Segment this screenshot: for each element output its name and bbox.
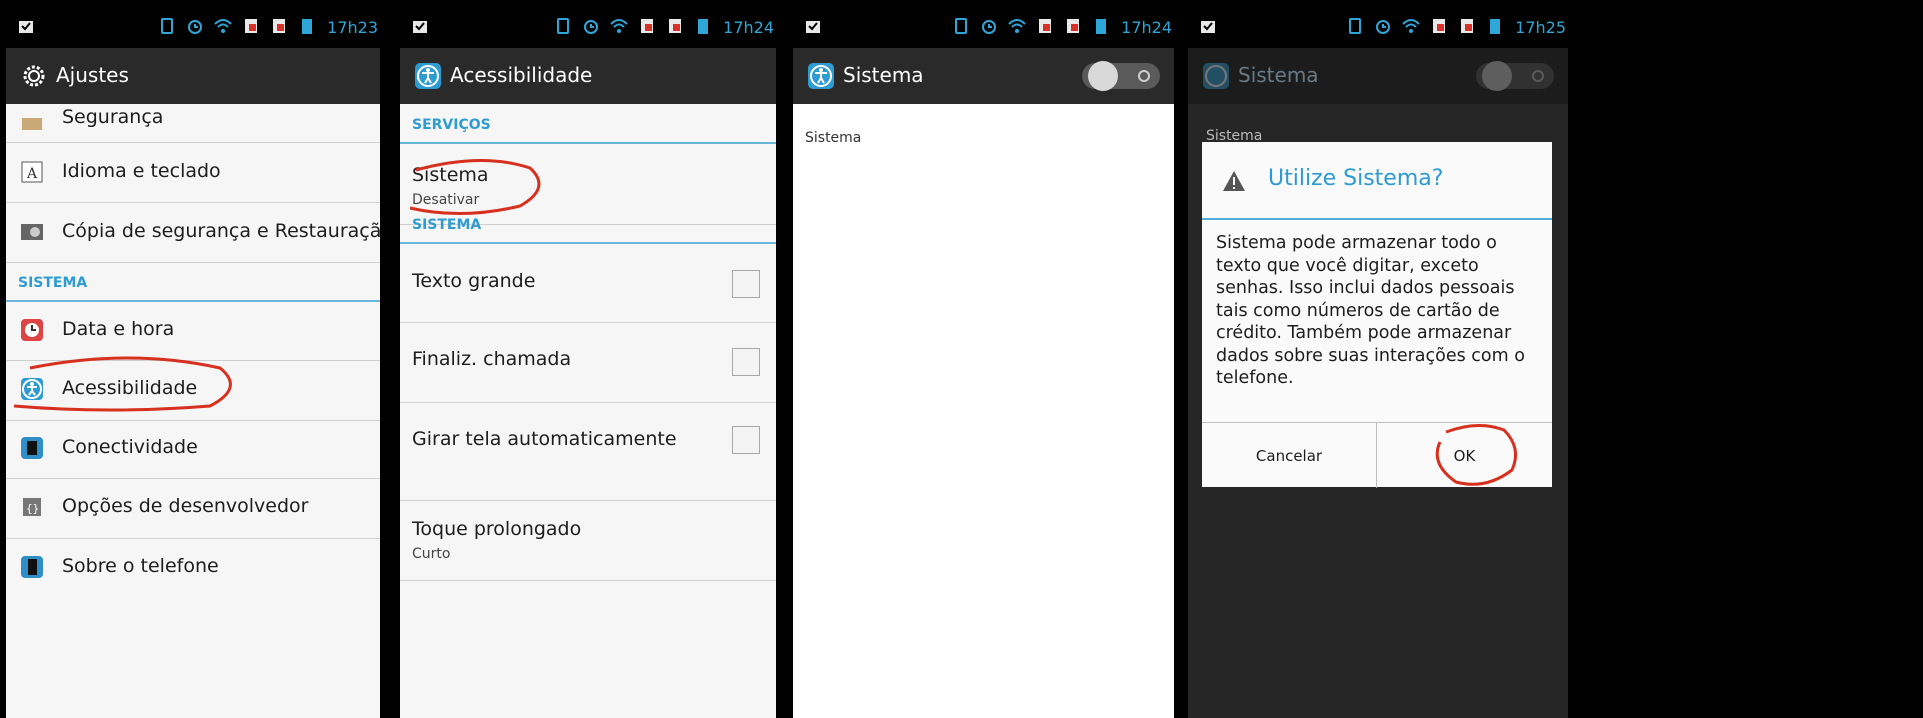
clock-time: 17h24 bbox=[723, 18, 774, 37]
settings-screen: 17h23 Ajustes Segurança A Idioma e tecla… bbox=[6, 8, 380, 718]
list-item-accessibility[interactable]: Acessibilidade bbox=[6, 360, 380, 421]
list-item-end-call[interactable]: Finaliz. chamada bbox=[400, 322, 776, 403]
list-item-auto-rotate[interactable]: Girar tela automaticamente bbox=[400, 402, 776, 501]
settings-list: Segurança A Idioma e teclado Cópia de se… bbox=[6, 104, 380, 718]
clock-time: 17h24 bbox=[1121, 18, 1172, 37]
phone-info-icon bbox=[21, 556, 43, 578]
alarm-icon bbox=[1376, 20, 1390, 34]
end-call-checkbox[interactable] bbox=[732, 348, 760, 376]
sim2-icon bbox=[1067, 19, 1079, 33]
battery-icon bbox=[698, 19, 708, 34]
accessibility-icon[interactable] bbox=[807, 62, 835, 90]
list-item-connectivity[interactable]: Conectividade bbox=[6, 420, 380, 479]
dialog-title: Utilize Sistema? bbox=[1268, 166, 1444, 191]
sim2-icon bbox=[1461, 19, 1473, 33]
connectivity-icon bbox=[21, 437, 43, 459]
status-bar: 17h24 bbox=[400, 8, 776, 48]
status-bar: 17h25 bbox=[1188, 8, 1568, 48]
action-bar: Sistema bbox=[793, 48, 1174, 104]
dialog-message: Sistema pode armazenar todo o texto que … bbox=[1216, 233, 1525, 388]
clock-icon bbox=[21, 319, 43, 341]
toggle-knob bbox=[1088, 61, 1118, 91]
confirm-dialog: Utilize Sistema? Sistema pode armazenar … bbox=[1202, 142, 1552, 488]
backup-icon bbox=[21, 224, 43, 240]
notification-icon bbox=[413, 21, 427, 33]
vibrate-icon bbox=[161, 18, 173, 34]
action-bar-dimmed: Sistema bbox=[1188, 48, 1568, 104]
battery-icon bbox=[302, 19, 312, 34]
sim-icon bbox=[1433, 19, 1445, 33]
list-item-language[interactable]: A Idioma e teclado bbox=[6, 142, 380, 203]
alarm-icon bbox=[584, 20, 598, 34]
clock-time: 17h25 bbox=[1515, 18, 1566, 37]
wifi-icon bbox=[1008, 19, 1026, 33]
service-description: Sistema bbox=[805, 130, 862, 146]
large-text-checkbox[interactable] bbox=[732, 270, 760, 298]
vibrate-icon bbox=[1349, 18, 1361, 34]
accessibility-icon bbox=[21, 378, 43, 400]
accessibility-screen: 17h24 Acessibilidade SERVIÇOS Sistema De… bbox=[400, 8, 776, 718]
status-bar: 17h23 bbox=[6, 8, 380, 48]
service-toggle bbox=[1476, 61, 1554, 91]
section-header-sistema: SISTEMA bbox=[6, 262, 380, 302]
action-bar: Acessibilidade bbox=[400, 48, 776, 104]
notification-icon bbox=[806, 21, 820, 33]
wifi-icon bbox=[214, 19, 232, 33]
sim-icon bbox=[245, 19, 257, 33]
section-header-servicos: SERVIÇOS bbox=[400, 104, 776, 144]
accessibility-icon[interactable] bbox=[414, 62, 442, 90]
keyboard-icon: A bbox=[21, 161, 43, 183]
toggle-off-indicator bbox=[1532, 70, 1544, 82]
vibrate-icon bbox=[955, 18, 967, 34]
ok-button[interactable]: OK bbox=[1377, 422, 1552, 488]
dialog-header: Utilize Sistema? bbox=[1202, 142, 1552, 220]
list-item-about-phone[interactable]: Sobre o telefone bbox=[6, 538, 380, 598]
page-title: Sistema bbox=[1238, 63, 1319, 87]
svg-text:A: A bbox=[26, 166, 38, 182]
list-item-developer-options[interactable]: {} Opções de desenvolvedor bbox=[6, 478, 380, 539]
sim2-icon bbox=[669, 19, 681, 33]
sim-icon bbox=[641, 19, 653, 33]
toggle-off-indicator bbox=[1138, 70, 1150, 82]
list-item-long-press[interactable]: Toque prolongado Curto bbox=[400, 500, 776, 581]
auto-rotate-checkbox[interactable] bbox=[732, 426, 760, 454]
sistema-dialog-screen: 17h25 Sistema Sistema Utilize Sistema? S… bbox=[1188, 8, 1568, 718]
list-item-large-text[interactable]: Texto grande bbox=[400, 244, 776, 323]
cancel-button[interactable]: Cancelar bbox=[1202, 422, 1377, 488]
page-title: Sistema bbox=[843, 63, 924, 87]
sim2-icon bbox=[273, 19, 285, 33]
page-title: Acessibilidade bbox=[450, 63, 593, 87]
warning-icon bbox=[1223, 171, 1245, 191]
sim-icon bbox=[1039, 19, 1051, 33]
list-item-date-time[interactable]: Data e hora bbox=[6, 302, 380, 361]
accessibility-icon bbox=[1203, 63, 1229, 89]
alarm-icon bbox=[188, 20, 202, 34]
status-bar: 17h24 bbox=[793, 8, 1174, 48]
alarm-icon bbox=[982, 20, 996, 34]
sistema-screen: 17h24 Sistema Sistema bbox=[793, 8, 1174, 718]
service-toggle[interactable] bbox=[1082, 61, 1160, 91]
toggle-knob bbox=[1482, 61, 1512, 91]
wifi-icon bbox=[610, 19, 628, 33]
battery-icon bbox=[1490, 19, 1500, 34]
list-item-security[interactable]: Segurança bbox=[6, 84, 380, 143]
section-header-sistema: SISTEMA bbox=[400, 204, 776, 244]
wifi-icon bbox=[1402, 19, 1420, 33]
svg-text:{}: {} bbox=[26, 502, 39, 515]
list-item-backup[interactable]: Cópia de segurança e Restauraçã bbox=[6, 202, 380, 263]
notification-icon bbox=[19, 21, 33, 33]
lock-icon bbox=[22, 118, 42, 130]
service-content: Sistema bbox=[793, 104, 1174, 718]
accessibility-list: SERVIÇOS Sistema Desativar SISTEMA Texto… bbox=[400, 104, 776, 718]
clock-time: 17h23 bbox=[327, 18, 378, 37]
battery-icon bbox=[1096, 19, 1106, 34]
developer-icon: {} bbox=[23, 498, 41, 516]
notification-icon bbox=[1201, 21, 1215, 33]
vibrate-icon bbox=[557, 18, 569, 34]
